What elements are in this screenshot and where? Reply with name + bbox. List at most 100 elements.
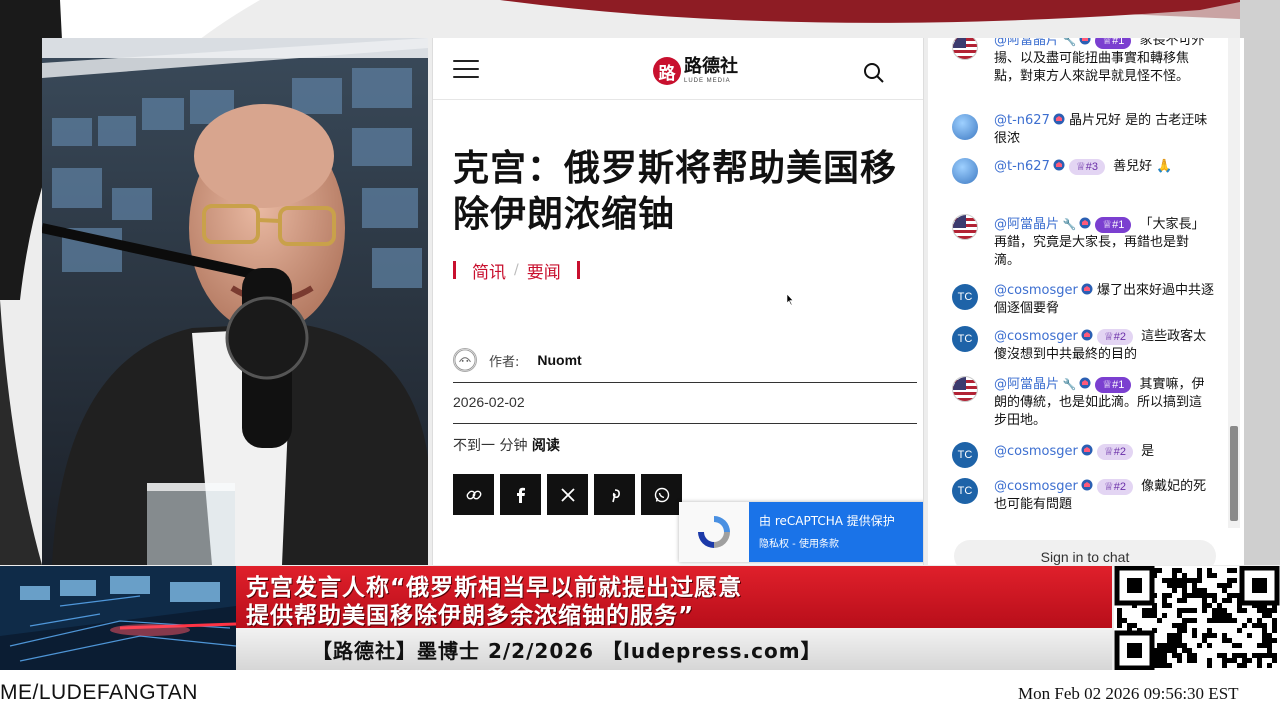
headline-line-2: 提供帮助美国移除伊朗多余浓缩铀的服务” (246, 603, 695, 629)
author-avatar-icon (453, 348, 477, 372)
ticker-timestamp: Mon Feb 02 2026 09:56:30 EST (1018, 684, 1239, 703)
host-video-image (42, 38, 428, 565)
share-x-button[interactable] (547, 474, 588, 515)
x-icon (560, 487, 575, 502)
user-avatar[interactable] (952, 158, 978, 184)
category-link-headlines[interactable]: 要闻 (527, 258, 561, 283)
member-badge-icon (1079, 217, 1091, 229)
member-badge-icon (1081, 479, 1093, 491)
article-categories: 简讯 / 要闻 (453, 258, 580, 283)
chat-username[interactable]: @阿當晶片 (994, 38, 1059, 48)
article-title: 克宫：俄罗斯将帮助美国移除伊朗浓缩铀 (453, 148, 898, 235)
member-badge-icon (1079, 377, 1091, 389)
member-badge-icon (1053, 113, 1065, 125)
share-facebook-button[interactable] (500, 474, 541, 515)
share-link-button[interactable] (453, 474, 494, 515)
chat-username[interactable]: @cosmosger (994, 329, 1078, 344)
search-icon[interactable] (863, 62, 885, 84)
category-link-brief[interactable]: 简讯 (472, 258, 506, 283)
site-header: 路 路德社 LUDE MEDIA (433, 38, 923, 100)
chat-username[interactable]: @cosmosger (994, 479, 1078, 494)
member-badge-icon (1081, 283, 1093, 295)
chat-rank-badge: ♕#2 (1096, 444, 1133, 460)
user-avatar[interactable] (952, 376, 978, 402)
user-avatar[interactable]: TC (952, 478, 978, 504)
chat-rank-badge: ♕#2 (1096, 329, 1133, 345)
mouse-cursor-icon (787, 294, 794, 305)
author-name[interactable]: Nuomt (537, 352, 581, 368)
stream-frame: 路 路德社 LUDE MEDIA 克宫：俄罗斯将帮助美国移除伊朗浓缩铀 简讯 /… (0, 0, 1280, 720)
studio-graphic (0, 566, 236, 670)
moderator-wrench-icon: 🔧 (1059, 378, 1077, 391)
pinterest-icon (611, 488, 620, 502)
chat-message-list[interactable]: @阿當晶片 🔧 ♕#1 家長不可外揚、以及盡可能扭曲事實和轉移焦點，對東方人來說早… (928, 38, 1228, 528)
link-icon (466, 490, 481, 499)
author-label: 作者: (489, 354, 520, 370)
recaptcha-logo-icon (679, 502, 749, 562)
chat-rank-badge: ♕#3 (1068, 159, 1105, 175)
read-time-prefix: 不到一 分钟 (453, 438, 532, 454)
bottom-ticker: ME/LUDEFANGTAN Mon Feb 02 2026 09:56:30 … (0, 670, 1280, 720)
logo-badge: 路 (653, 57, 681, 85)
site-logo[interactable]: 路 路德社 LUDE MEDIA (653, 54, 738, 88)
author-row: 作者: Nuomt (453, 346, 582, 374)
chat-message-body: @cosmosger ♕#2 是 (994, 443, 1214, 461)
qr-code-image (1114, 566, 1280, 670)
live-chat-panel: @阿當晶片 🔧 ♕#1 家長不可外揚、以及盡可能扭曲事實和轉移焦點，對東方人來說早… (928, 38, 1244, 565)
recaptcha-text: 由 reCAPTCHA 提供保护 (759, 514, 895, 528)
chat-username[interactable]: @阿當晶片 (994, 217, 1059, 232)
chat-message-body: @阿當晶片 🔧 ♕#1 其實嘛，伊朗的傳統，也是如此滴。所以搞到這步田地。 (994, 376, 1214, 430)
host-video-feed (42, 38, 428, 565)
chat-message-text: 是 (1136, 444, 1155, 459)
member-badge-icon (1053, 159, 1065, 171)
hamburger-menu-icon[interactable] (453, 60, 479, 80)
read-time-suffix: 阅读 (531, 438, 560, 454)
chat-scrollbar-thumb[interactable] (1230, 426, 1238, 521)
chat-rank-badge: ♕#1 (1095, 377, 1132, 393)
sign-in-to-chat-button[interactable]: Sign in to chat (954, 540, 1216, 565)
article-webpage: 路 路德社 LUDE MEDIA 克宫：俄罗斯将帮助美国移除伊朗浓缩铀 简讯 /… (432, 38, 924, 565)
user-avatar[interactable] (952, 38, 978, 60)
recaptcha-badge[interactable]: 由 reCAPTCHA 提供保护 隐私权 - 使用条款 (679, 502, 923, 562)
lower-third-banner: 克宫发言人称“俄罗斯相当早以前就提出过愿意 提供帮助美国移除伊朗多余浓缩铀的服务… (0, 566, 1280, 670)
chat-username[interactable]: @t-n627 (994, 113, 1050, 128)
chat-username[interactable]: @cosmosger (994, 444, 1078, 459)
chat-rank-badge: ♕#1 (1095, 217, 1132, 233)
share-pinterest-button[interactable] (594, 474, 635, 515)
category-bar-right (576, 261, 580, 279)
share-whatsapp-button[interactable] (641, 474, 682, 515)
chat-username[interactable]: @阿當晶片 (994, 377, 1059, 392)
whatsapp-icon (654, 487, 669, 502)
read-time: 不到一 分钟 阅读 (453, 435, 560, 455)
chat-message-body: @cosmosger 爆了出來好過中共逐個逐個要脅 (994, 282, 1214, 318)
ticker-channel-url: ME/LUDEFANGTAN (0, 681, 198, 704)
user-avatar[interactable]: TC (952, 284, 978, 310)
facebook-icon (516, 487, 525, 503)
chat-username[interactable]: @t-n627 (994, 159, 1050, 174)
user-avatar[interactable]: TC (952, 442, 978, 468)
chat-message-body: @t-n627 ♕#3 善兒好 🙏 (994, 158, 1214, 176)
chat-message-body: @阿當晶片 🔧 ♕#1 家長不可外揚、以及盡可能扭曲事實和轉移焦點，對東方人來說早… (994, 38, 1214, 86)
chat-rank-badge: ♕#2 (1096, 479, 1133, 495)
logo-name: 路德社 (684, 56, 738, 77)
recaptcha-links[interactable]: 隐私权 - 使用条款 (759, 535, 917, 550)
moderator-wrench-icon: 🔧 (1059, 218, 1077, 231)
divider (453, 382, 917, 383)
divider (453, 423, 917, 424)
category-separator: / (514, 262, 519, 278)
chat-message-body: @cosmosger ♕#2 這些政客太傻沒想到中共最終的目的 (994, 328, 1214, 364)
chat-message-text: 善兒好 🙏 (1108, 159, 1173, 174)
moderator-wrench-icon: 🔧 (1059, 38, 1077, 47)
chat-rank-badge: ♕#1 (1095, 38, 1132, 49)
chat-message-body: @cosmosger ♕#2 像戴妃的死也可能有問題 (994, 478, 1214, 514)
user-avatar[interactable] (952, 114, 978, 140)
chat-message-body: @t-n627 晶片兄好 是的 古老迂味很浓 (994, 112, 1214, 148)
member-badge-icon (1081, 444, 1093, 456)
share-buttons (453, 474, 688, 515)
chat-username[interactable]: @cosmosger (994, 283, 1078, 298)
user-avatar[interactable] (952, 214, 978, 240)
user-avatar[interactable]: TC (952, 326, 978, 352)
category-bar-left (453, 261, 456, 279)
logo-subtitle: LUDE MEDIA (684, 78, 731, 84)
member-badge-icon (1079, 38, 1091, 45)
